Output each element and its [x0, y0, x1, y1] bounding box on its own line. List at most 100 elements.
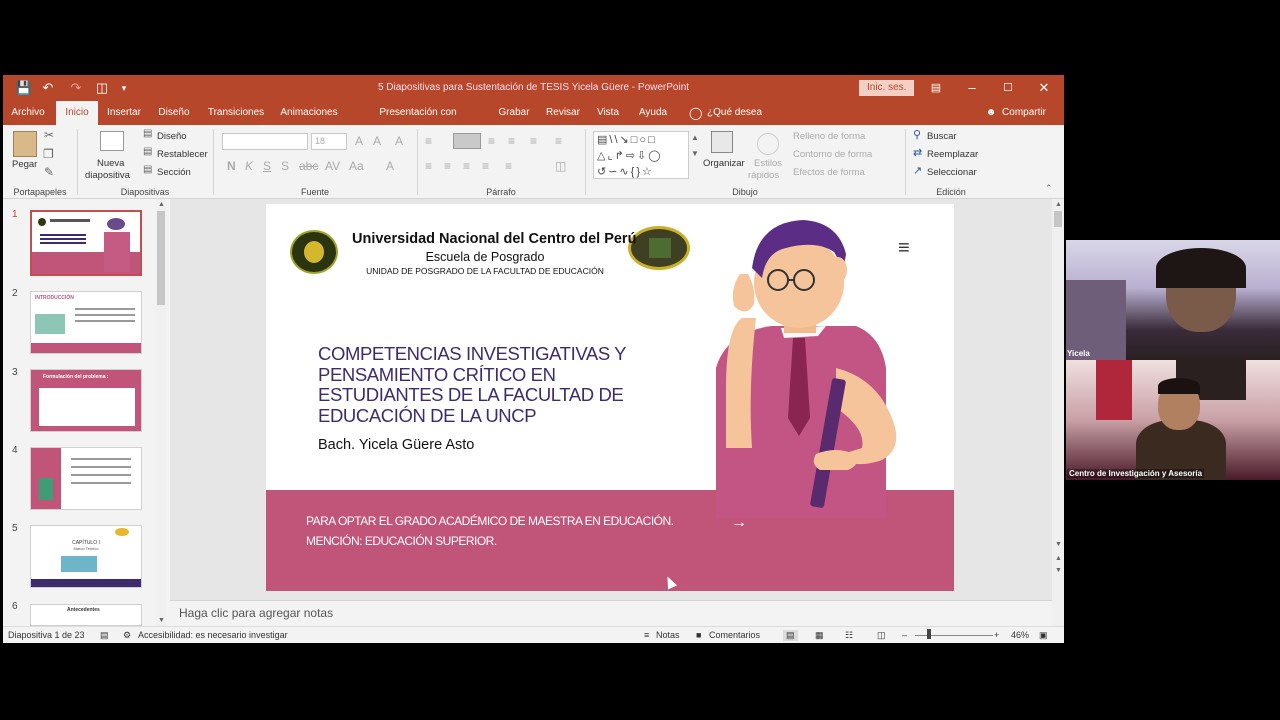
slideshow-view-icon[interactable]: ◫	[877, 630, 886, 641]
participant-video[interactable]: Centro de Investigación y Asesoría	[1066, 360, 1280, 480]
collapse-ribbon-icon[interactable]: ⌃	[1045, 183, 1053, 194]
slide-thumbnail[interactable]: CAPÍTULO I Marco Teórico	[30, 525, 142, 588]
zoom-in-icon[interactable]: +	[994, 630, 999, 640]
shape-effects-button[interactable]: Efectos de forma	[793, 167, 865, 178]
tab-ayuda[interactable]: Ayuda	[634, 101, 672, 125]
new-slide-icon[interactable]	[100, 131, 124, 151]
thumb-title: INTRODUCCIÓN	[35, 295, 74, 301]
zoom-slider-thumb[interactable]	[927, 629, 931, 639]
quick-styles-label-2[interactable]: rápidos	[748, 170, 779, 181]
slide-thumbnail[interactable]: INTRODUCCIÓN	[30, 291, 142, 354]
zoom-level[interactable]: 46%	[1011, 630, 1029, 640]
quick-styles-label-1[interactable]: Estilos	[754, 158, 782, 169]
minimize-button[interactable]: –	[954, 75, 990, 101]
find-button[interactable]: Buscar	[927, 131, 957, 142]
accessibility-status[interactable]: Accesibilidad: es necesario investigar	[138, 630, 288, 640]
new-slide-label-2[interactable]: diapositiva	[85, 170, 130, 181]
decrease-indent-icon[interactable]: ≡	[488, 134, 495, 148]
new-slide-label-1[interactable]: Nueva	[97, 158, 124, 169]
columns-icon[interactable]: ≡	[505, 159, 512, 173]
align-right-icon[interactable]: ≡	[463, 159, 470, 173]
font-name-field[interactable]	[222, 133, 308, 150]
normal-view-icon[interactable]: ▤	[783, 630, 798, 641]
participant-video[interactable]: Yicela	[1066, 240, 1280, 360]
current-slide[interactable]: Universidad Nacional del Centro del Perú…	[266, 204, 954, 591]
reading-view-icon[interactable]: ☷	[845, 630, 853, 641]
font-color-icon[interactable]: A	[386, 159, 394, 173]
next-slide-icon[interactable]: ▼	[1055, 567, 1062, 574]
slide-thumbnail[interactable]: Formulación del problema :	[30, 369, 142, 432]
align-left-icon[interactable]: ≡	[425, 159, 432, 173]
sign-in-button[interactable]: Inic. ses.	[859, 80, 915, 96]
line-spacing-icon[interactable]: ≡	[530, 134, 537, 148]
slide-thumbnail[interactable]: Antecedentes	[30, 604, 142, 626]
tab-transiciones[interactable]: Transiciones	[205, 101, 267, 125]
format-painter-icon[interactable]: ✎	[44, 165, 54, 179]
tab-animaciones[interactable]: Animaciones	[277, 101, 341, 125]
tab-grabar[interactable]: Grabar	[494, 101, 534, 125]
tab-diseno[interactable]: Diseño	[153, 101, 195, 125]
replace-button[interactable]: Reemplazar	[927, 149, 978, 160]
layout-button[interactable]: Diseño	[157, 131, 187, 142]
shape-outline-button[interactable]: Contorno de forma	[793, 149, 872, 160]
maximize-button[interactable]: ☐	[990, 75, 1026, 101]
notes-pane[interactable]: Haga clic para agregar notas	[170, 600, 1053, 626]
clear-format-icon[interactable]: A	[395, 134, 403, 148]
tab-insertar[interactable]: Insertar	[103, 101, 145, 125]
tab-archivo[interactable]: Archivo	[7, 101, 49, 125]
zoom-out-icon[interactable]: –	[902, 630, 907, 640]
font-size-field[interactable]: 18	[311, 133, 347, 150]
strikethrough-icon[interactable]: abc	[299, 159, 318, 173]
arrange-button[interactable]: Organizar	[703, 158, 745, 169]
slide-thumbnail[interactable]	[30, 447, 142, 510]
mention-line: MENCIÓN: EDUCACIÓN SUPERIOR.	[306, 534, 497, 548]
thumbnails-scrollbar[interactable]: ▲ ▼	[156, 199, 166, 626]
bullets-icon[interactable]: ≡	[425, 134, 432, 148]
close-button[interactable]: ✕	[1026, 75, 1062, 101]
shapes-gallery[interactable]: ▤\\↘□○□ △⌞↱⇨⇩◯ ↺∽∿{}☆	[593, 131, 689, 179]
notes-placeholder[interactable]: Haga clic para agregar notas	[179, 606, 333, 620]
reset-button[interactable]: Restablecer	[157, 149, 208, 160]
increase-indent-icon[interactable]: ≡	[508, 134, 515, 148]
tab-revisar[interactable]: Revisar	[542, 101, 584, 125]
italic-icon[interactable]: K	[245, 159, 253, 173]
tell-me-search[interactable]: ¿Qué desea hacer?	[707, 101, 787, 142]
spelling-icon[interactable]: ▤	[100, 630, 109, 641]
bold-icon[interactable]: N	[227, 159, 236, 173]
change-case-icon[interactable]: Aa	[349, 159, 364, 173]
ribbon-display-icon[interactable]: ▤	[918, 75, 954, 101]
shrink-font-icon[interactable]: A	[373, 134, 381, 148]
slide-scrollbar[interactable]: ▲ ▼ ▲ ▼	[1052, 199, 1064, 626]
cut-icon[interactable]: ✂	[44, 128, 54, 142]
paste-icon[interactable]	[13, 131, 37, 157]
smartart-icon[interactable]: ◫	[555, 159, 566, 173]
tab-presentacion[interactable]: Presentación con diapositivas	[353, 101, 483, 142]
shadow-icon[interactable]: S	[281, 159, 289, 173]
previous-slide-icon[interactable]: ▲	[1055, 555, 1062, 562]
section-button[interactable]: Sección	[157, 167, 191, 178]
quick-styles-icon[interactable]	[757, 133, 779, 155]
justify-icon[interactable]: ≡	[482, 159, 489, 173]
paste-label[interactable]: Pegar	[12, 159, 37, 170]
shapes-scroll-icon[interactable]: ▲	[691, 133, 699, 142]
align-center-icon[interactable]: ≡	[444, 159, 451, 173]
numbering-icon[interactable]	[453, 133, 481, 149]
text-direction-icon[interactable]: ≡	[555, 134, 562, 148]
shapes-scroll-icon[interactable]: ▼	[691, 149, 699, 158]
grow-font-icon[interactable]: A	[355, 134, 363, 148]
shape-fill-button[interactable]: Relleno de forma	[793, 131, 865, 142]
tab-vista[interactable]: Vista	[592, 101, 624, 125]
share-button[interactable]: Compartir	[999, 101, 1049, 125]
notes-button[interactable]: Notas	[656, 630, 680, 640]
thumb-number: 3	[12, 367, 18, 378]
underline-icon[interactable]: S	[263, 159, 271, 173]
tab-inicio[interactable]: Inicio	[56, 101, 98, 125]
comments-button[interactable]: Comentarios	[709, 630, 760, 640]
fit-to-window-icon[interactable]: ▣	[1039, 630, 1048, 641]
spacing-icon[interactable]: AV	[325, 159, 340, 173]
select-button[interactable]: Seleccionar	[927, 167, 977, 178]
copy-icon[interactable]: ❐	[43, 147, 54, 161]
slide-sorter-icon[interactable]: ▦	[815, 630, 824, 641]
arrange-icon[interactable]	[711, 131, 733, 153]
slide-thumbnail[interactable]	[30, 210, 142, 276]
